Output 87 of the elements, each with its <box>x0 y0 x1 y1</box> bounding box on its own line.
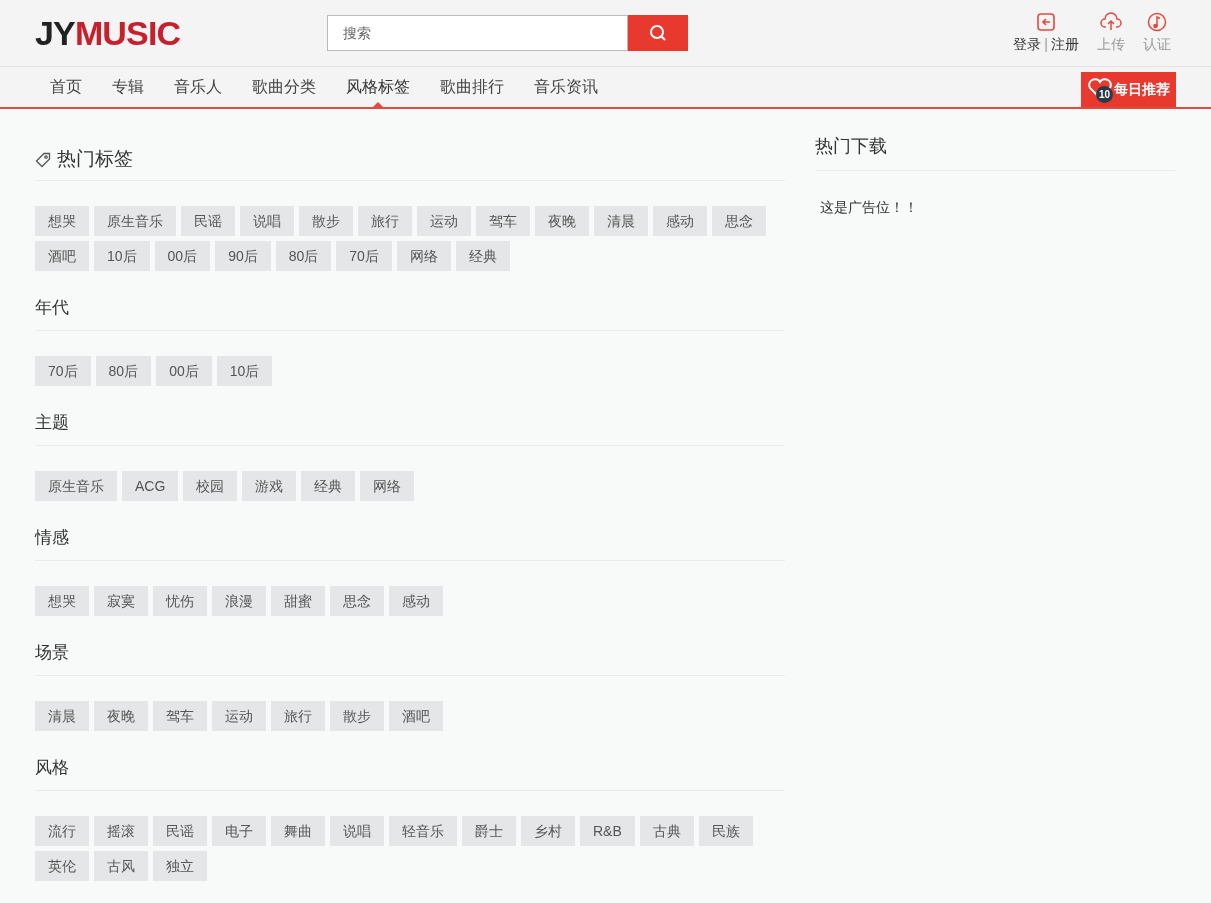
tag-link[interactable]: R&B <box>580 816 635 846</box>
tag-link[interactable]: 驾车 <box>476 206 530 236</box>
tag-link[interactable]: 说唱 <box>330 816 384 846</box>
tag-link[interactable]: 寂寞 <box>94 586 148 616</box>
tag-link[interactable]: 酒吧 <box>35 241 89 271</box>
nav-tab[interactable]: 风格标签 <box>331 67 425 107</box>
tag-link[interactable]: 清晨 <box>594 206 648 236</box>
tag-link[interactable]: 驾车 <box>153 701 207 731</box>
tag-link[interactable]: 散步 <box>299 206 353 236</box>
login-link[interactable]: 登录 <box>1013 33 1042 55</box>
tag-link[interactable]: 经典 <box>301 471 356 501</box>
tag-link[interactable]: 70后 <box>336 241 392 271</box>
tag-link[interactable]: 想哭 <box>35 586 89 616</box>
tag-link[interactable]: 清晨 <box>35 701 89 731</box>
tag-link[interactable]: 舞曲 <box>271 816 325 846</box>
tag-link[interactable]: 独立 <box>153 851 207 881</box>
tag-link[interactable]: 轻音乐 <box>389 816 457 846</box>
register-link[interactable]: 注册 <box>1051 33 1079 55</box>
tag-link[interactable]: 流行 <box>35 816 89 846</box>
tag-link[interactable]: 民族 <box>698 816 753 846</box>
tag-link[interactable]: 思念 <box>712 206 766 236</box>
nav-tab[interactable]: 歌曲分类 <box>237 67 331 107</box>
tag-link[interactable]: 说唱 <box>240 206 294 236</box>
tag-link[interactable]: 00后 <box>156 356 212 386</box>
tag-link[interactable]: 网络 <box>396 241 451 271</box>
logo[interactable]: JYMUSIC <box>35 16 327 50</box>
tag-link[interactable]: 夜晚 <box>94 701 148 731</box>
tag-link[interactable]: 摇滚 <box>94 816 148 846</box>
tag-link[interactable]: 旅行 <box>271 701 325 731</box>
tag-link[interactable]: 80后 <box>275 241 332 271</box>
login-icon[interactable] <box>1036 11 1057 32</box>
tag-link[interactable]: 游戏 <box>242 471 297 501</box>
tag-link[interactable]: 70后 <box>35 356 91 386</box>
search-button[interactable] <box>628 15 688 51</box>
section-title: 主题 <box>35 411 69 434</box>
music-note-icon <box>1147 11 1167 32</box>
section-title: 热门标签 <box>57 147 133 172</box>
section-title: 年代 <box>35 296 69 319</box>
separator-text: | <box>1044 34 1048 54</box>
ad-text: 这是广告位！！ <box>820 198 919 217</box>
tag-link[interactable]: 运动 <box>417 206 471 236</box>
count-badge: 10 <box>1096 86 1113 103</box>
tag-link[interactable]: 散步 <box>330 701 384 731</box>
tag-link[interactable]: 网络 <box>360 471 415 501</box>
tag-link[interactable]: 感动 <box>653 206 707 236</box>
tag-link[interactable]: 原生音乐 <box>94 206 176 236</box>
tag-link[interactable]: 忧伤 <box>153 586 207 616</box>
tag-link[interactable]: 古典 <box>639 816 694 846</box>
tag-link[interactable]: 甜蜜 <box>271 586 325 616</box>
tag-link[interactable]: 思念 <box>330 586 384 616</box>
section-title: 场景 <box>35 641 69 664</box>
nav-tab[interactable]: 歌曲排行 <box>425 67 519 107</box>
tag-link[interactable]: 浪漫 <box>212 586 266 616</box>
tag-link[interactable]: 运动 <box>212 701 266 731</box>
nav-tab[interactable]: 音乐人 <box>159 67 237 107</box>
search-field[interactable]: 搜索 <box>327 15 628 51</box>
tag-link[interactable]: 原生音乐 <box>35 471 117 501</box>
tag-link[interactable]: 民谣 <box>181 206 235 236</box>
search-icon <box>649 24 667 42</box>
tag-link[interactable]: 00后 <box>154 241 211 271</box>
tag-link[interactable]: 古风 <box>94 851 148 881</box>
tag-link[interactable]: 英伦 <box>35 851 89 881</box>
tag-link[interactable]: 校园 <box>183 471 238 501</box>
tag-icon <box>35 151 51 168</box>
tag-link[interactable]: 90后 <box>215 241 271 271</box>
tag-link[interactable]: 10后 <box>216 356 273 386</box>
tag-link[interactable]: 80后 <box>95 356 152 386</box>
cloud-upload-icon <box>1100 11 1122 32</box>
tag-link[interactable]: 想哭 <box>35 206 89 236</box>
tag-link[interactable]: 酒吧 <box>389 701 443 731</box>
section-title: 风格 <box>35 756 69 779</box>
tag-link[interactable]: ACG <box>122 471 179 501</box>
section-title: 情感 <box>35 526 69 549</box>
daily-recommend-button[interactable]: 10 每日推荐 <box>1081 72 1176 107</box>
nav-tab[interactable]: 音乐资讯 <box>519 67 613 107</box>
tag-link[interactable]: 感动 <box>389 586 443 616</box>
tag-link[interactable]: 民谣 <box>153 816 207 846</box>
tag-link[interactable]: 经典 <box>455 241 510 271</box>
sidebar-title: 热门下载 <box>815 135 887 158</box>
tag-link[interactable]: 夜晚 <box>535 206 589 236</box>
tag-link[interactable]: 旅行 <box>358 206 412 236</box>
tag-link[interactable]: 爵士 <box>462 816 516 846</box>
tag-link[interactable]: 电子 <box>212 816 266 846</box>
nav-tab[interactable]: 首页 <box>35 67 97 107</box>
tag-link[interactable]: 乡村 <box>521 816 575 846</box>
tag-link[interactable]: 10后 <box>94 241 150 271</box>
nav-tab[interactable]: 专辑 <box>97 67 159 107</box>
